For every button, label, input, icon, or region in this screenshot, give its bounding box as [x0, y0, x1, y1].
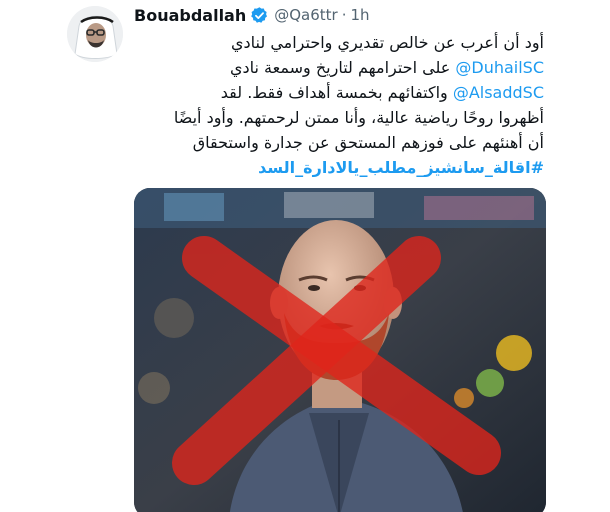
tweet-text-line: #اقالة_سانشيز_مطلب_يالادارة_السد: [140, 155, 544, 180]
coach-photo-crossed-out-icon: [134, 188, 546, 512]
header-separator: ·: [341, 6, 347, 24]
text-segment: أود أن أعرب عن خالص تقديري واحترامي لناد…: [231, 33, 544, 52]
author-avatar[interactable]: [67, 6, 123, 62]
tweet-text-line: @AlsaddSC واكتفائهم بخمسة أهداف فقط. لقد: [140, 80, 544, 105]
tweet-text: أود أن أعرب عن خالص تقديري واحترامي لناد…: [140, 30, 544, 180]
text-segment: على احترامهم لتاريخ وسمعة نادي: [229, 58, 456, 77]
tweet-text-line: أود أن أعرب عن خالص تقديري واحترامي لناد…: [140, 30, 544, 55]
text-segment: واكتفائهم بخمسة أهداف فقط. لقد: [220, 83, 453, 102]
tweet-media[interactable]: [134, 188, 546, 512]
tweet-text-line: أن أهنئهم على فوزهم المستحق عن جدارة واس…: [140, 130, 544, 155]
text-segment: أن أهنئهم على فوزهم المستحق عن جدارة واس…: [192, 133, 544, 152]
author-display-name[interactable]: Bouabdallah: [134, 6, 246, 25]
verified-badge-icon: [250, 6, 269, 25]
tweet-header: Bouabdallah @Qa6ttr · 1h: [134, 4, 370, 26]
author-handle[interactable]: @Qa6ttr: [274, 6, 337, 24]
tweet-text-line: @DuhailSC على احترامهم لتاريخ وسمعة نادي: [140, 55, 544, 80]
tweet-timestamp[interactable]: 1h: [351, 6, 370, 24]
mention-link[interactable]: @DuhailSC: [455, 58, 544, 77]
user-avatar-icon: [67, 6, 123, 62]
mention-link[interactable]: @AlsaddSC: [453, 83, 544, 102]
text-segment: أظهروا روحًا رياضية عالية، وأنا ممتن لرح…: [173, 108, 544, 127]
hashtag-link[interactable]: #اقالة_سانشيز_مطلب_يالادارة_السد: [258, 158, 544, 177]
tweet-text-line: أظهروا روحًا رياضية عالية، وأنا ممتن لرح…: [140, 105, 544, 130]
tweet: Bouabdallah @Qa6ttr · 1h أود أن أعرب عن …: [0, 0, 610, 512]
